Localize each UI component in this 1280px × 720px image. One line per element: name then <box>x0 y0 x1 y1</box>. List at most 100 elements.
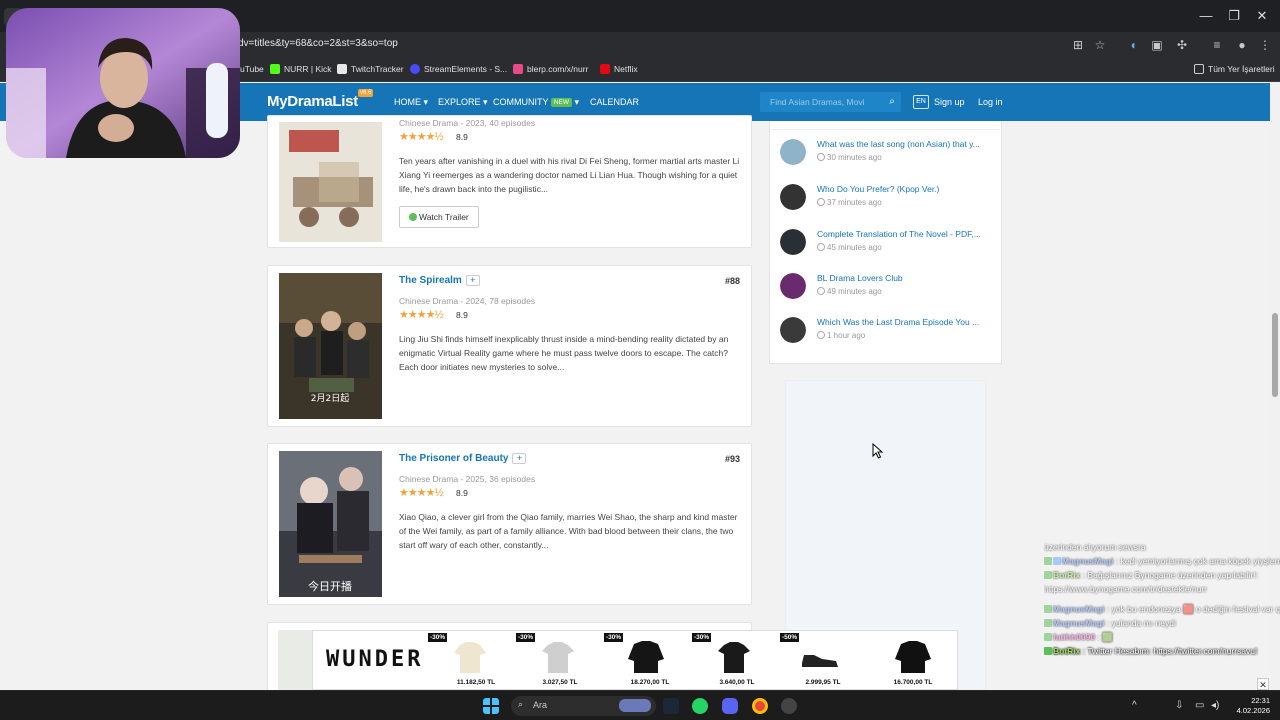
taskbar-clock[interactable]: 22:31 4.02.2026 <box>1228 696 1270 716</box>
bookmark-star-icon[interactable]: ☆ <box>1092 37 1108 53</box>
sidebar-recent-discussions: What was the last song (non Asian) that … <box>769 121 1002 364</box>
extensions-puzzle-icon[interactable]: ✣ <box>1174 37 1190 53</box>
chat-text: üzerinden alıyorum sewsra <box>1044 542 1146 552</box>
translate-icon[interactable]: ⊞ <box>1070 37 1086 53</box>
nav-home-label: HOME <box>394 97 421 107</box>
reading-list-icon[interactable]: ≡ <box>1209 37 1225 53</box>
site-logo[interactable]: MyDramaList <box>267 93 358 110</box>
discussion-time-label: 49 minutes ago <box>827 287 882 296</box>
ad-product[interactable]: -30% 3.027,50 TL <box>516 633 586 689</box>
all-bookmarks[interactable]: Tüm Yer İşaretleri <box>1194 64 1275 74</box>
bottom-banner-ad[interactable]: WUNDER -30% 11.182,50 TL -30% 3.027,50 T… <box>312 630 958 690</box>
avatar-fill <box>780 184 806 210</box>
windows-start-icon[interactable] <box>483 698 499 714</box>
chrome-icon[interactable] <box>752 698 768 714</box>
ad-product[interactable]: -50% 2.999,95 TL <box>780 633 850 689</box>
chat-badge-icon <box>1044 619 1052 627</box>
chat-message: üzerinden alıyorum sewsra <box>1044 540 1280 554</box>
tshirt-icon <box>542 642 574 673</box>
nav-home[interactable]: HOME ▾ <box>394 97 428 108</box>
discussion-time: 30 minutes ago <box>817 153 882 162</box>
search-icon[interactable]: ⌕ <box>883 92 901 112</box>
drama-synopsis: Xiao Qiao, a clever girl from the Qiao f… <box>399 512 738 550</box>
ad-price: 18.270,00 TL <box>630 679 670 686</box>
ad-price: 16.700,00 TL <box>893 679 933 686</box>
jacket-icon <box>895 641 931 673</box>
bookmark-streamelements[interactable]: StreamElements - S... <box>410 64 507 74</box>
ad-product[interactable]: -30% 3.640,00 TL <box>692 633 762 689</box>
bookmark-kick[interactable]: NURR | Kick <box>270 64 332 74</box>
profile-avatar-icon[interactable]: ● <box>1234 37 1250 53</box>
drama-title-link[interactable]: The Spirealm + <box>399 275 480 286</box>
chat-username: MagnusMagi <box>1062 556 1114 566</box>
drama-title-link[interactable]: The Prisoner of Beauty + <box>399 453 527 464</box>
drama-title: The Prisoner of Beauty <box>399 453 509 464</box>
play-icon <box>409 213 417 221</box>
discussion-title[interactable]: Complete Translation of The Novel - PDF,… <box>817 229 993 239</box>
taskbar-search-input[interactable]: ⌕ Ara <box>511 696 656 716</box>
ad-product[interactable]: -30% 18.270,00 TL <box>604 633 674 689</box>
chat-username: BotRix <box>1053 570 1081 580</box>
drama-poster[interactable]: 今日开播 <box>279 451 382 597</box>
discussion-title[interactable]: What was the last song (non Asian) that … <box>817 139 993 149</box>
nav-explore[interactable]: EXPLORE ▾ <box>438 97 488 108</box>
site-search-input[interactable]: Find Asian Dramas, Movi <box>760 92 883 112</box>
obs-icon[interactable] <box>781 698 797 714</box>
bookmark-blerp[interactable]: blerp.com/x/nurr <box>513 64 588 74</box>
tray-overflow-icon[interactable]: ^ <box>1132 700 1137 711</box>
add-to-list-button[interactable]: + <box>465 275 480 286</box>
taskbar-search-label: Ara <box>533 700 548 710</box>
chat-message: MagnusMagi : kedi yemiyorlarmış çok ama … <box>1044 554 1280 568</box>
minimize-icon[interactable]: — <box>1196 8 1216 23</box>
discussion-title[interactable]: BL Drama Lovers Club <box>817 273 993 283</box>
discussion-title[interactable]: Which Was the Last Drama Episode You ... <box>817 317 993 327</box>
bookmark-label: StreamElements - S... <box>424 64 508 74</box>
clock-icon <box>817 198 825 206</box>
discord-icon[interactable] <box>722 698 738 714</box>
watch-trailer-button[interactable]: Watch Trailer <box>399 206 479 228</box>
bookmark-youtube[interactable]: uTube <box>240 64 264 74</box>
drama-poster[interactable]: 2月2日起 <box>279 273 382 419</box>
scrollbar-thumb[interactable] <box>1272 313 1278 397</box>
language-button[interactable]: EN <box>913 95 929 109</box>
close-icon[interactable]: ✕ <box>1252 8 1272 24</box>
whatsapp-icon[interactable] <box>692 698 708 714</box>
chat-text: : yulanda mı neydi <box>1106 618 1176 628</box>
login-link[interactable]: Log in <box>978 97 1003 107</box>
bookmark-twitchtracker[interactable]: TwitchTracker <box>337 64 404 74</box>
signup-link[interactable]: Sign up <box>934 97 965 107</box>
nav-calendar[interactable]: CALENDAR <box>590 97 639 107</box>
discussion-time: 1 hour ago <box>817 331 865 340</box>
extension-icon[interactable]: ▣ <box>1149 37 1165 53</box>
ad-discount: -30% <box>604 633 624 642</box>
extension-audio-icon[interactable]: ◖ <box>1125 37 1141 53</box>
nav-community[interactable]: COMMUNITY NEW ▾ <box>493 97 579 108</box>
bookmark-label: blerp.com/x/nurr <box>527 64 589 74</box>
stream-chat-overlay: üzerinden alıyorum sewsra MagnusMagi : k… <box>1044 540 1280 672</box>
clock-icon <box>817 287 825 295</box>
drama-poster[interactable] <box>279 122 382 242</box>
avatar-fill <box>780 273 806 299</box>
discussion-title[interactable]: Who Do You Prefer? (Kpop Ver.) <box>817 184 993 194</box>
add-to-list-button[interactable]: + <box>512 453 527 464</box>
rating-score: 8.9 <box>456 310 468 320</box>
browser-menu-icon[interactable]: ⋮ <box>1257 37 1273 53</box>
tray-download-icon[interactable]: ⇩ <box>1175 700 1183 711</box>
close-ad-icon[interactable]: ✕ <box>1257 678 1269 690</box>
maximize-icon[interactable]: ❐ <box>1224 8 1244 24</box>
network-icon[interactable]: ▭ <box>1195 700 1204 711</box>
chat-message: fatihh0090 : 🟩 <box>1044 630 1280 644</box>
steam-icon[interactable] <box>663 698 679 714</box>
ad-product[interactable]: 16.700,00 TL <box>883 633 953 689</box>
ad-product[interactable]: -30% 11.182,50 TL <box>428 633 498 689</box>
clock-icon <box>817 243 825 251</box>
discussion-time-label: 45 minutes ago <box>827 243 882 252</box>
chat-message: BotRix : Bağışlarınız Bynogame üzerinden… <box>1044 568 1280 596</box>
rating-stars: ★★★★½ <box>399 131 444 143</box>
bookmark-netflix[interactable]: Netflix <box>600 64 638 74</box>
volume-icon[interactable]: ◂) <box>1211 700 1219 711</box>
product-shape <box>718 642 750 673</box>
address-bar-url[interactable]: dv=titles&ty=68&co=2&st=3&so=top <box>238 38 398 49</box>
ad-brand-logo: WUNDER <box>326 647 424 672</box>
all-bookmarks-label: Tüm Yer İşaretleri <box>1208 64 1275 74</box>
